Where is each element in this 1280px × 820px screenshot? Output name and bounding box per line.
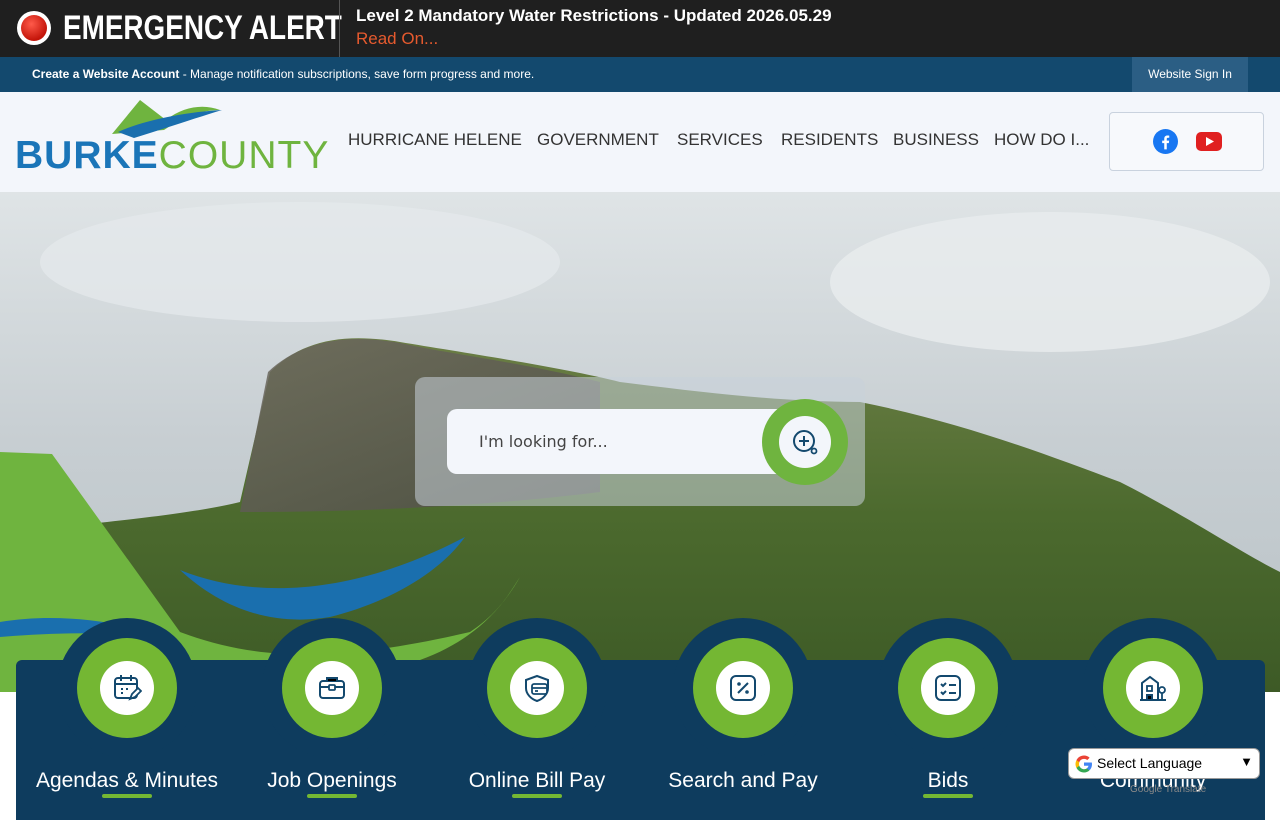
nav-business[interactable]: BUSINESS bbox=[893, 130, 979, 150]
chevron-down-icon: ▼ bbox=[1240, 754, 1253, 769]
alert-light-icon bbox=[17, 11, 51, 45]
quick-link-underline bbox=[102, 794, 152, 798]
quick-link-bids[interactable] bbox=[878, 618, 1018, 758]
search-button[interactable] bbox=[762, 399, 848, 485]
quick-link-icon-bg bbox=[1126, 661, 1180, 715]
social-links bbox=[1109, 112, 1264, 171]
quick-link-label[interactable]: Online Bill Pay bbox=[422, 768, 652, 794]
search-icon bbox=[793, 430, 818, 455]
website-sign-in-button[interactable]: Website Sign In bbox=[1132, 57, 1248, 92]
facebook-icon[interactable] bbox=[1153, 129, 1178, 154]
quick-link-circle bbox=[898, 638, 998, 738]
quick-link-icon-bg bbox=[305, 661, 359, 715]
quick-link-underline bbox=[512, 794, 562, 798]
quick-link-circle bbox=[282, 638, 382, 738]
search-input[interactable] bbox=[447, 409, 807, 474]
account-bar: Create a Website Account - Manage notifi… bbox=[0, 57, 1280, 92]
briefcase-icon bbox=[319, 677, 345, 699]
checklist-icon bbox=[935, 675, 961, 701]
alert-title: EMERGENCY ALERT bbox=[63, 9, 342, 47]
nav-residents[interactable]: RESIDENTS bbox=[781, 130, 878, 150]
percent-icon bbox=[730, 675, 756, 701]
burke-county-logo[interactable]: BURKECOUNTY bbox=[14, 98, 328, 178]
alert-read-on-link[interactable]: Read On... bbox=[356, 29, 438, 49]
quick-link-icon-bg bbox=[716, 661, 770, 715]
quick-link-circle bbox=[487, 638, 587, 738]
account-notice: Create a Website Account - Manage notifi… bbox=[32, 67, 534, 81]
nav-how-do-i[interactable]: HOW DO I... bbox=[994, 130, 1089, 150]
logo-wordmark: BURKECOUNTY bbox=[15, 134, 329, 178]
quick-link-label[interactable]: Agendas & Minutes bbox=[12, 768, 242, 794]
account-notice-text: - Manage notification subscriptions, sav… bbox=[179, 67, 535, 81]
quick-link-circle bbox=[1103, 638, 1203, 738]
quick-link-agendas[interactable] bbox=[57, 618, 197, 758]
quick-link-label[interactable]: Job Openings bbox=[217, 768, 447, 794]
quick-link-icon-bg bbox=[100, 661, 154, 715]
quick-link-icon-bg bbox=[921, 661, 975, 715]
quick-link-jobs[interactable] bbox=[262, 618, 402, 758]
quick-links-bar bbox=[16, 660, 1265, 820]
search-button-face bbox=[779, 416, 831, 468]
create-account-link[interactable]: Create a Website Account bbox=[32, 67, 179, 81]
logo-county: COUNTY bbox=[158, 134, 330, 177]
logo-burke: BURKE bbox=[15, 134, 159, 177]
calendar-edit-icon bbox=[114, 675, 142, 701]
quick-link-underline bbox=[307, 794, 357, 798]
quick-link-label[interactable]: Bids bbox=[833, 768, 1063, 794]
quick-link-community[interactable] bbox=[1083, 618, 1223, 758]
quick-link-label[interactable]: Search and Pay bbox=[628, 768, 858, 794]
alert-divider bbox=[339, 0, 340, 57]
credit-card-icon bbox=[525, 674, 549, 703]
language-select[interactable]: Select Language ▼ bbox=[1068, 748, 1260, 779]
quick-link-circle bbox=[77, 638, 177, 738]
quick-link-icon-bg bbox=[510, 661, 564, 715]
building-tree-icon bbox=[1140, 675, 1166, 701]
emergency-alert-bar: EMERGENCY ALERT Level 2 Mandatory Water … bbox=[0, 0, 1280, 57]
google-g-icon bbox=[1075, 755, 1092, 773]
powered-by-google-translate[interactable]: Google Translate bbox=[1130, 784, 1206, 795]
quick-link-circle bbox=[693, 638, 793, 738]
nav-hurricane-helene[interactable]: HURRICANE HELENE bbox=[348, 130, 522, 150]
nav-services[interactable]: SERVICES bbox=[677, 130, 763, 150]
nav-government[interactable]: GOVERNMENT bbox=[537, 130, 659, 150]
language-select-label: Select Language bbox=[1097, 755, 1203, 771]
youtube-icon[interactable] bbox=[1196, 132, 1222, 151]
alert-message[interactable]: Level 2 Mandatory Water Restrictions - U… bbox=[356, 6, 832, 26]
quick-link-bill-pay[interactable] bbox=[467, 618, 607, 758]
quick-link-underline bbox=[923, 794, 973, 798]
quick-link-search-pay-taxes[interactable] bbox=[673, 618, 813, 758]
